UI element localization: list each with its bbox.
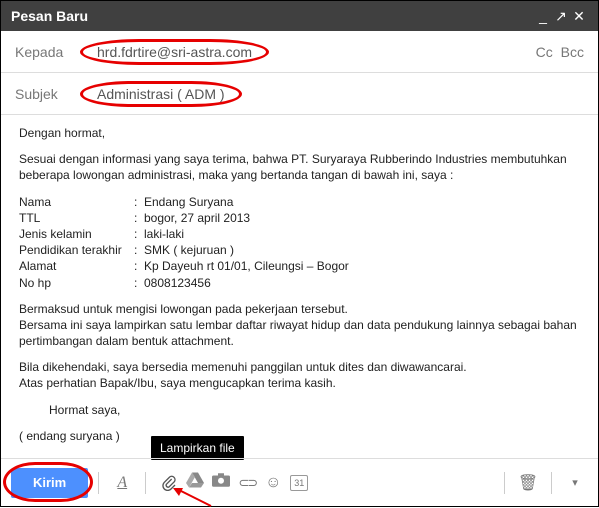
attach-tooltip: Lampirkan file [151, 436, 244, 460]
subject-value[interactable]: Administrasi ( ADM ) [80, 81, 242, 107]
compose-toolbar: Kirim A ⊂⊃ ☺ 31 🗑 ▾ [1, 458, 598, 506]
bio-row: Pendidikan terakhir:SMK ( kejuruan ) [19, 242, 580, 258]
drive-icon[interactable] [182, 472, 208, 493]
attach-file-icon[interactable] [156, 474, 182, 492]
body-para4: Atas perhatian Bapak/Ibu, saya mengucapk… [19, 375, 580, 391]
trash-icon[interactable]: 🗑 [515, 473, 541, 493]
expand-icon[interactable]: ↗ [552, 9, 570, 23]
photo-icon[interactable] [208, 473, 234, 492]
cc-button[interactable]: Cc [536, 44, 553, 60]
bio-row: Nama:Endang Suryana [19, 194, 580, 210]
emoji-icon[interactable]: ☺ [260, 474, 286, 492]
bcc-button[interactable]: Bcc [561, 44, 584, 60]
compose-window: Pesan Baru _ ↗ ✕ Kepada hrd.fdrtire@sri-… [0, 0, 599, 507]
bio-row: TTL:bogor, 27 april 2013 [19, 210, 580, 226]
link-icon[interactable]: ⊂⊃ [234, 475, 260, 491]
subject-label: Subjek [15, 86, 80, 102]
body-intro: Sesuai dengan informasi yang saya terima… [19, 151, 580, 183]
body-para1: Bermaksud untuk mengisi lowongan pada pe… [19, 301, 580, 317]
toolbar-separator [145, 472, 146, 494]
body-closing: Hormat saya, [19, 402, 580, 418]
body-para3: Bila dikehendaki, saya bersedia memenuhi… [19, 359, 580, 375]
recipients-label: Kepada [15, 44, 80, 60]
toolbar-separator [98, 472, 99, 494]
recipients-row[interactable]: Kepada hrd.fdrtire@sri-astra.com Cc Bcc [1, 31, 598, 73]
window-title: Pesan Baru [11, 8, 534, 24]
close-icon[interactable]: ✕ [570, 9, 588, 23]
body-greeting: Dengan hormat, [19, 125, 580, 141]
body-signature: ( endang suryana ) [19, 428, 580, 444]
calendar-icon[interactable]: 31 [290, 475, 308, 491]
message-body[interactable]: Dengan hormat, Sesuai dengan informasi y… [1, 115, 598, 458]
subject-row[interactable]: Subjek Administrasi ( ADM ) [1, 73, 598, 115]
minimize-icon[interactable]: _ [534, 9, 552, 23]
body-para2: Bersama ini saya lampirkan satu lembar d… [19, 317, 580, 349]
bio-table: Nama:Endang Suryana TTL:bogor, 27 april … [19, 194, 580, 291]
formatting-icon[interactable]: A [109, 474, 135, 492]
bio-row: Alamat:Kp Dayeuh rt 01/01, Cileungsi – B… [19, 258, 580, 274]
more-options-icon[interactable]: ▾ [562, 476, 588, 489]
bio-row: No hp:0808123456 [19, 275, 580, 291]
titlebar: Pesan Baru _ ↗ ✕ [1, 1, 598, 31]
toolbar-separator [504, 472, 505, 494]
send-button[interactable]: Kirim [11, 468, 88, 498]
bio-row: Jenis kelamin:laki-laki [19, 226, 580, 242]
toolbar-separator [551, 472, 552, 494]
to-address[interactable]: hrd.fdrtire@sri-astra.com [80, 39, 269, 65]
